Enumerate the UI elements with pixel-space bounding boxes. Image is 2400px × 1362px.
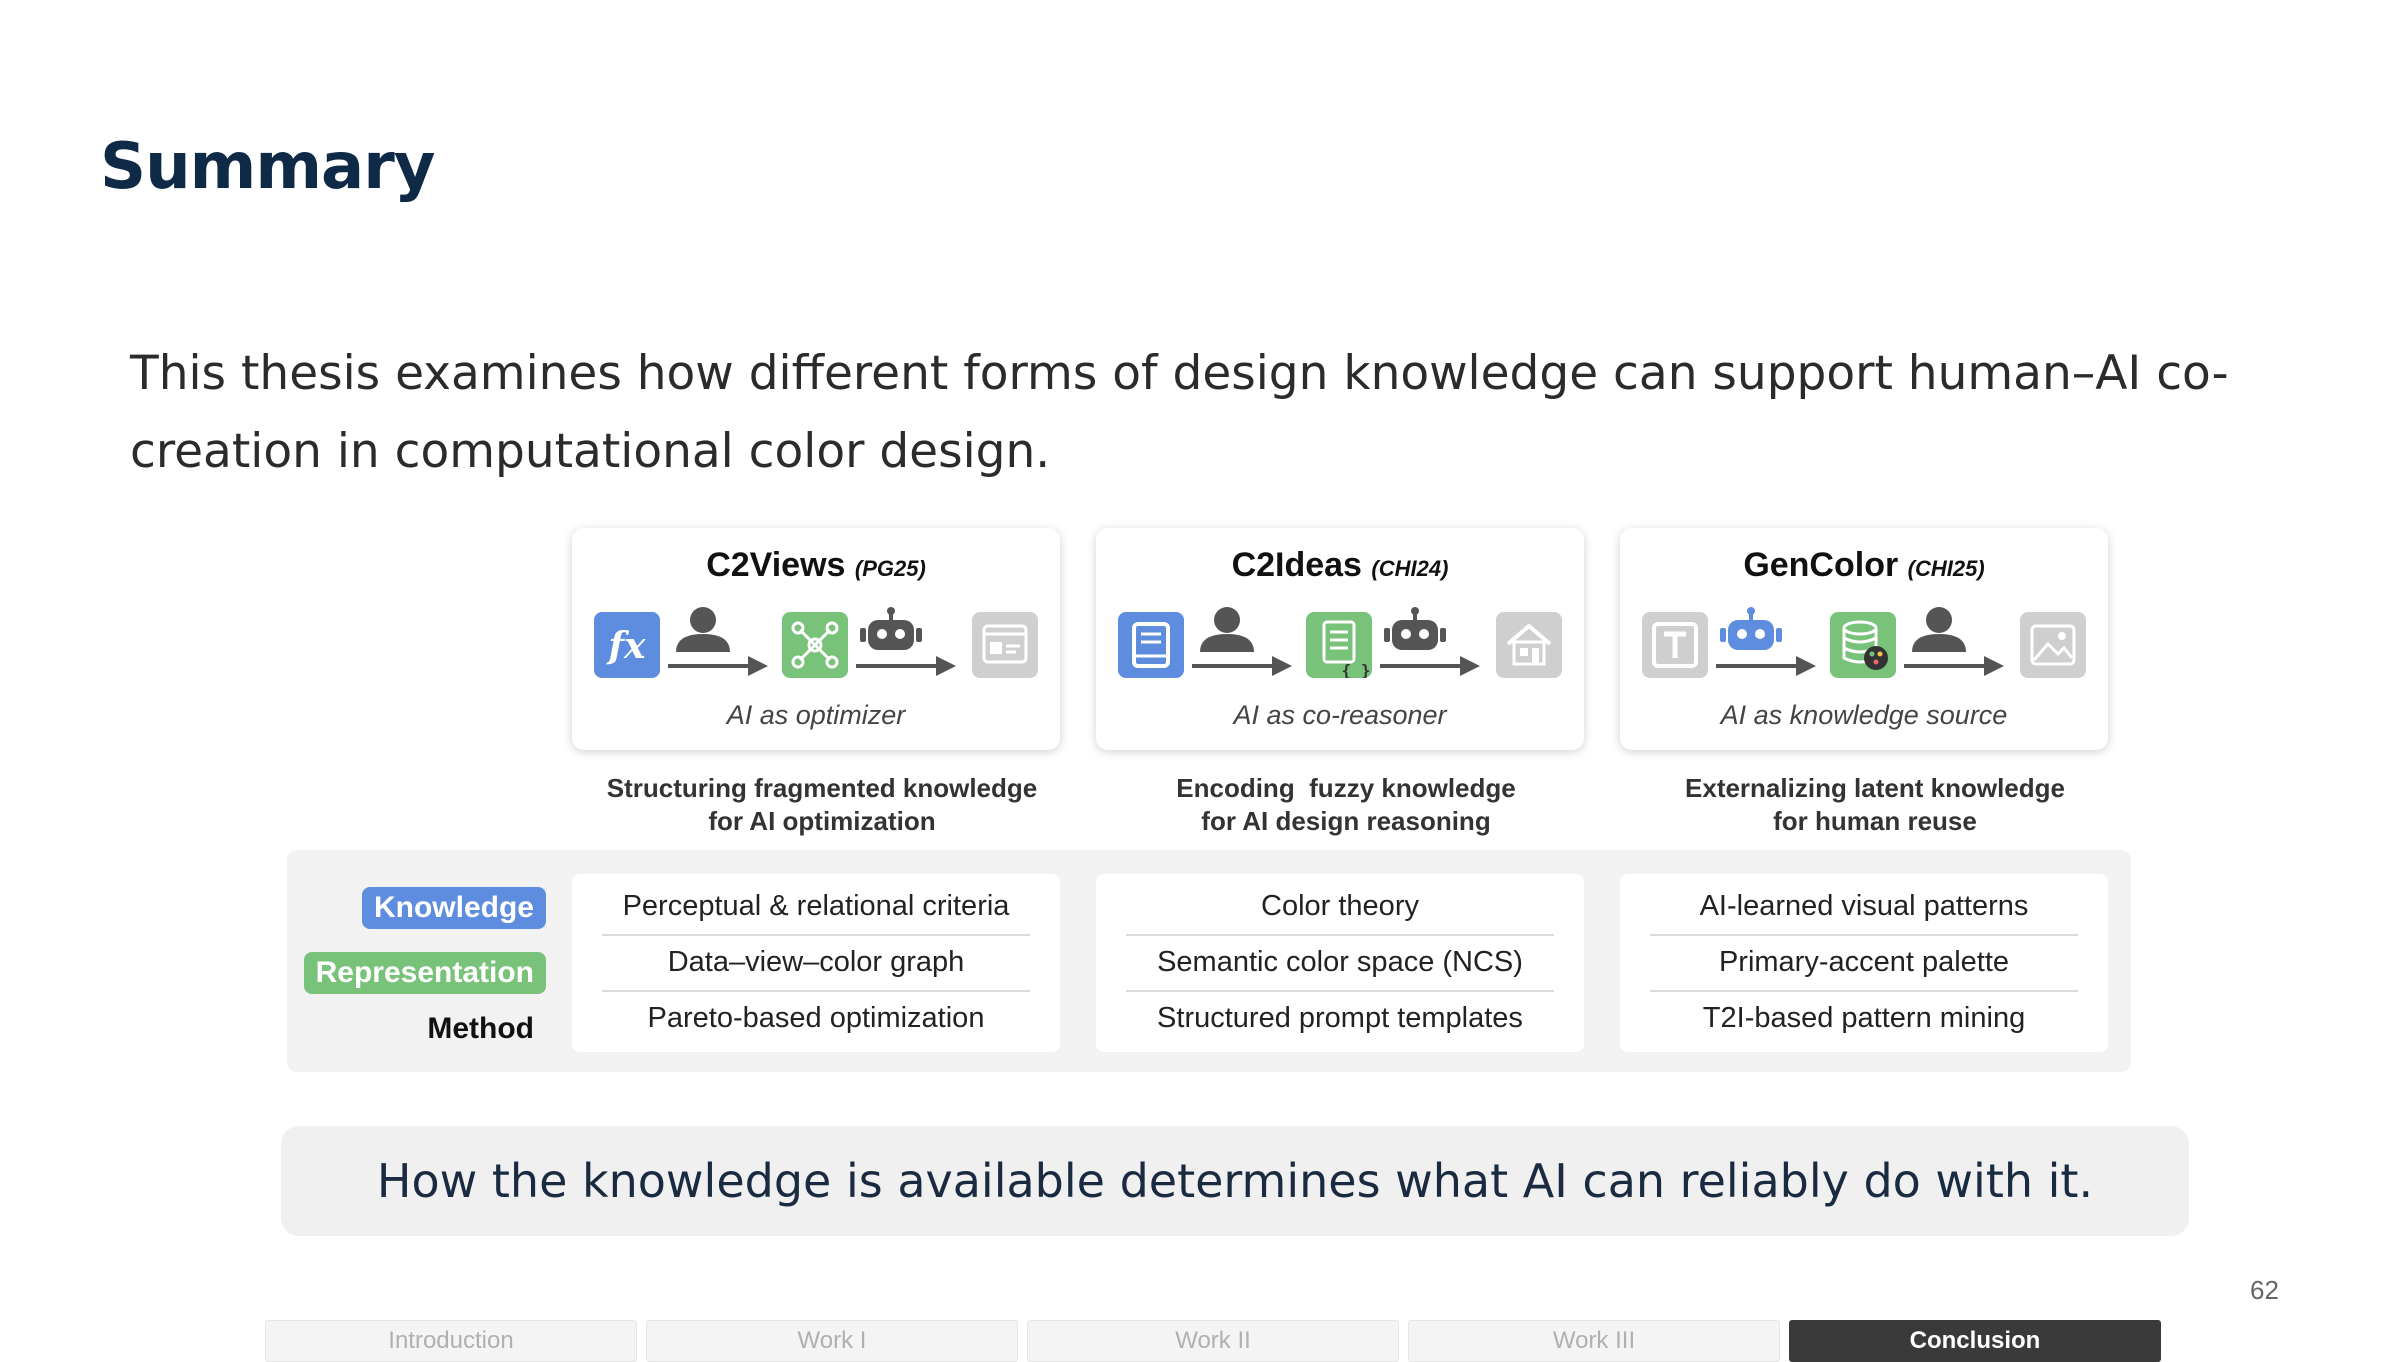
subtitle-line: for AI design reasoning xyxy=(1201,806,1491,836)
work-list-c2views: Perceptual & relational criteria Data–vi… xyxy=(572,874,1060,1052)
arrow-icon xyxy=(856,656,956,676)
work-caption: AI as co-reasoner xyxy=(1233,700,1447,730)
text-icon xyxy=(1642,612,1708,678)
divider xyxy=(1126,990,1554,992)
work-card-c2views: C2Views (PG25) fx AI as optimizer xyxy=(572,528,1060,750)
work-venue: (PG25) xyxy=(854,556,926,581)
divider xyxy=(1650,934,2078,936)
work-subtitle: Externalizing latent knowledge for human… xyxy=(1620,772,2130,838)
arrow-icon xyxy=(1192,656,1292,676)
nav-tab-work-1[interactable]: Work I xyxy=(646,1320,1018,1362)
workflow-diagram: { } xyxy=(1118,606,1562,686)
workflow-diagram: fx xyxy=(594,606,1038,686)
knowledge-item: Color theory xyxy=(1261,890,1419,922)
document-code-icon: { } xyxy=(1306,612,1372,680)
svg-text:{ }: { } xyxy=(1342,661,1371,678)
person-icon xyxy=(676,607,730,652)
arrow-icon xyxy=(1904,656,2004,676)
book-icon xyxy=(1118,612,1184,678)
knowledge-badge: Knowledge xyxy=(361,887,546,929)
representation-badge: Representation xyxy=(303,952,546,994)
work-venue: (CHI25) xyxy=(1907,556,1985,581)
subtitle-line: Externalizing latent knowledge xyxy=(1685,773,2065,803)
method-label: Method xyxy=(427,1012,534,1045)
work-venue: (CHI24) xyxy=(1371,556,1449,581)
dashboard-icon xyxy=(972,612,1038,678)
subtitle-line: for human reuse xyxy=(1773,806,1977,836)
work-title: C2Views (PG25) xyxy=(572,546,1060,585)
subtitle-line: Encoding fuzzy knowledge xyxy=(1176,773,1516,803)
representation-item: Data–view–color graph xyxy=(667,946,965,978)
divider xyxy=(602,934,1030,936)
intro-text: This thesis examines how different forms… xyxy=(130,346,2229,479)
nav-tab-work-2[interactable]: Work II xyxy=(1027,1320,1399,1362)
arrow-icon xyxy=(1380,656,1480,676)
knowledge-item: Perceptual & relational criteria xyxy=(622,890,1010,922)
work-title: C2Ideas (CHI24) xyxy=(1096,546,1584,585)
method-item: Structured prompt templates xyxy=(1157,1002,1523,1034)
work-name: C2Views xyxy=(706,546,846,584)
representation-item: Primary-accent palette xyxy=(1718,946,2010,978)
function-icon: fx xyxy=(594,612,660,678)
work-subtitle: Encoding fuzzy knowledge for AI design r… xyxy=(1096,772,1596,838)
knowledge-item: AI-learned visual patterns xyxy=(1699,890,2029,922)
divider xyxy=(1126,934,1554,936)
robot-icon xyxy=(1384,607,1446,650)
work-name: C2Ideas xyxy=(1231,546,1362,584)
slide-title: Summary xyxy=(100,130,435,204)
nav-tab-introduction[interactable]: Introduction xyxy=(265,1320,637,1362)
divider xyxy=(602,990,1030,992)
arrow-icon xyxy=(668,656,768,676)
key-takeaway: How the knowledge is available determine… xyxy=(281,1126,2189,1236)
nav-tab-conclusion[interactable]: Conclusion xyxy=(1789,1320,2161,1362)
person-icon xyxy=(1200,607,1254,652)
graph-icon xyxy=(782,612,848,678)
subtitle-line: Structuring fragmented knowledge xyxy=(606,773,1038,803)
work-subtitle: Structuring fragmented knowledge for AI … xyxy=(572,772,1072,838)
work-list-c2ideas: Color theory Semantic color space (NCS) … xyxy=(1096,874,1584,1052)
robot-icon xyxy=(1720,607,1782,650)
image-icon xyxy=(2020,612,2086,678)
work-card-c2ideas: C2Ideas (CHI24) {} AI as co-reasoner xyxy=(1096,528,1584,750)
arrow-icon xyxy=(1716,656,1816,676)
robot-icon xyxy=(860,607,922,650)
method-item: T2I-based pattern mining xyxy=(1702,1002,2026,1034)
work-card-gencolor: GenColor (CHI25) AI as knowledge source xyxy=(1620,528,2108,750)
subtitle-line: for AI optimization xyxy=(708,806,936,836)
method-item: Pareto-based optimization xyxy=(647,1002,985,1034)
house-icon xyxy=(1496,612,1562,678)
work-list-gencolor: AI-learned visual patterns Primary-accen… xyxy=(1620,874,2108,1052)
divider xyxy=(1650,990,2078,992)
workflow-diagram xyxy=(1642,606,2086,686)
database-palette-icon xyxy=(1830,612,1896,678)
work-caption: AI as knowledge source xyxy=(1720,700,2008,730)
nav-tab-work-3[interactable]: Work III xyxy=(1408,1320,1780,1362)
work-caption: AI as optimizer xyxy=(726,700,906,730)
page-number: 62 xyxy=(2250,1275,2279,1305)
work-title: GenColor (CHI25) xyxy=(1620,546,2108,585)
person-icon xyxy=(1912,607,1966,652)
work-name: GenColor xyxy=(1743,546,1899,584)
representation-item: Semantic color space (NCS) xyxy=(1157,946,1523,978)
svg-text:fx: fx xyxy=(606,625,646,667)
